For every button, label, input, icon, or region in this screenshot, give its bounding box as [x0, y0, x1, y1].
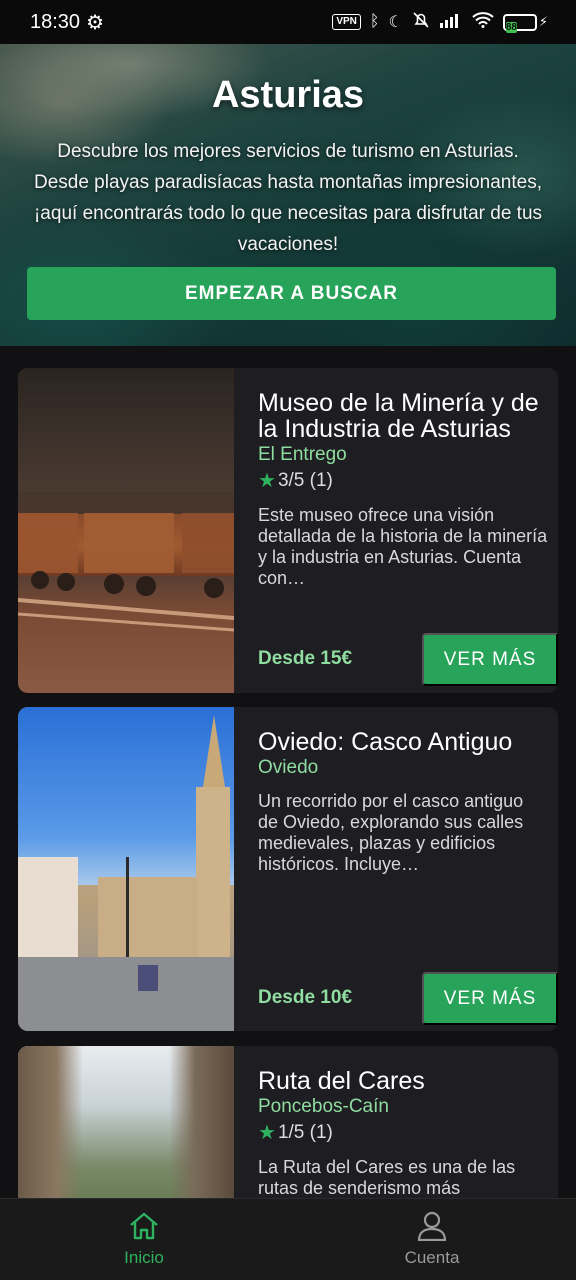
- card-location: Oviedo: [258, 757, 319, 778]
- card-image-mine-carts[interactable]: [18, 368, 234, 693]
- star-icon: ★: [258, 470, 276, 492]
- start-search-button[interactable]: EMPEZAR A BUSCAR: [27, 267, 556, 320]
- hero-title: Asturias: [211, 74, 365, 116]
- card-content: Museo de la Minería y de la Industria de…: [258, 390, 558, 589]
- service-card[interactable]: Museo de la Minería y de la Industria de…: [18, 368, 558, 693]
- card-rating: ★ 1/5 (1): [258, 1120, 558, 1145]
- user-icon: [416, 1211, 448, 1246]
- hero-description: Descubre los mejores servicios de turism…: [33, 141, 543, 255]
- hero-banner: Asturias Descubre los mejores servicios …: [0, 44, 576, 346]
- card-description: Un recorrido por el casco antiguo de Ovi…: [258, 791, 524, 874]
- status-icons: VPN ᛒ ☾ 88 ⚡: [332, 11, 548, 34]
- bell-muted-icon: [412, 11, 430, 34]
- card-content: Oviedo: Casco Antiguo Oviedo Un recorrid…: [258, 729, 558, 875]
- card-title: Museo de la Minería y de la Industria de…: [258, 389, 539, 443]
- settings-gear-icon: ⚙: [86, 11, 104, 34]
- card-description: La Ruta del Cares es una de las rutas de…: [258, 1157, 516, 1198]
- service-card[interactable]: Ruta del Cares Poncebos-Caín ★ 1/5 (1) L…: [18, 1046, 558, 1198]
- vpn-icon: VPN: [332, 14, 361, 30]
- card-location: Poncebos-Caín: [258, 1096, 389, 1117]
- wifi-icon: [472, 11, 494, 33]
- service-card[interactable]: Oviedo: Casco Antiguo Oviedo Un recorrid…: [18, 707, 558, 1031]
- nav-label-account: Cuenta: [404, 1248, 460, 1267]
- home-icon: [128, 1211, 160, 1246]
- services-list[interactable]: Museo de la Minería y de la Industria de…: [0, 346, 576, 1198]
- card-price: Desde 10€: [258, 987, 353, 1008]
- card-price: Desde 15€: [258, 648, 353, 669]
- nav-item-home[interactable]: Inicio: [0, 1199, 288, 1280]
- bottom-navigation: Inicio Cuenta: [0, 1198, 576, 1280]
- status-bar: 18:30 ⚙ VPN ᛒ ☾ 88 ⚡: [0, 0, 576, 44]
- status-time: 18:30: [30, 10, 81, 33]
- status-time-group: 18:30 ⚙: [30, 10, 104, 35]
- nav-label-home: Inicio: [124, 1248, 164, 1267]
- bluetooth-icon: ᛒ: [369, 13, 380, 30]
- card-title: Oviedo: Casco Antiguo: [258, 728, 513, 756]
- see-more-button[interactable]: VER MÁS: [422, 972, 558, 1025]
- card-image-cares-gorge[interactable]: [18, 1046, 234, 1198]
- charging-icon: ⚡: [538, 14, 548, 29]
- card-rating: ★ 3/5 (1): [258, 468, 558, 493]
- card-image-oviedo-cathedral[interactable]: [18, 707, 234, 1031]
- card-title: Ruta del Cares: [258, 1067, 425, 1095]
- nav-item-account[interactable]: Cuenta: [288, 1199, 576, 1280]
- rating-value: 3/5 (1): [277, 469, 333, 491]
- card-content: Ruta del Cares Poncebos-Caín ★ 1/5 (1) L…: [258, 1068, 558, 1198]
- star-icon: ★: [258, 1122, 276, 1144]
- signal-icon: [439, 12, 463, 33]
- card-location: El Entrego: [258, 444, 347, 465]
- moon-icon: ☾: [388, 14, 403, 31]
- battery-icon: 88 ⚡: [502, 13, 548, 33]
- rating-value: 1/5 (1): [277, 1121, 333, 1143]
- card-description: Este museo ofrece una visión detallada d…: [258, 505, 548, 588]
- see-more-button[interactable]: VER MÁS: [422, 633, 558, 686]
- battery-level: 88: [505, 21, 517, 33]
